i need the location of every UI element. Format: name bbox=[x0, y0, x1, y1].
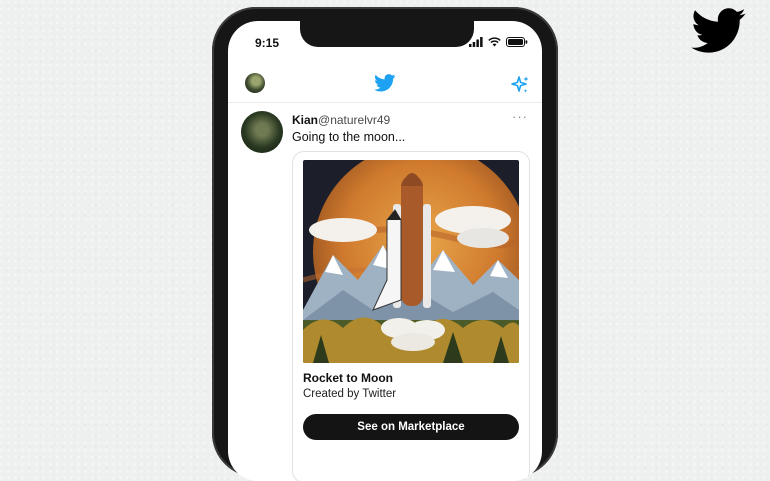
header-divider bbox=[228, 102, 542, 103]
tweet-author-handle[interactable]: @naturelvr49 bbox=[318, 113, 390, 127]
phone-notch bbox=[300, 21, 474, 47]
twitter-logo-icon bbox=[691, 8, 746, 53]
profile-avatar[interactable] bbox=[245, 73, 265, 93]
status-icons bbox=[469, 37, 528, 47]
sparkle-icon[interactable] bbox=[510, 75, 530, 95]
signal-icon bbox=[469, 37, 483, 47]
phone-frame: 9:15 Kian@naturelvr49 ··· Going to the m… bbox=[212, 7, 558, 481]
card-subtitle: Created by Twitter bbox=[303, 388, 397, 400]
tweet-author-avatar[interactable] bbox=[241, 111, 283, 153]
nft-card[interactable]: Rocket to Moon Created by Twitter See on… bbox=[292, 151, 530, 481]
rocket-artwork-icon bbox=[303, 160, 519, 363]
status-time: 9:15 bbox=[255, 36, 280, 50]
tweet-text: Going to the moon... bbox=[292, 130, 406, 144]
see-on-marketplace-button[interactable]: See on Marketplace bbox=[303, 414, 519, 440]
tweet-header: Kian@naturelvr49 bbox=[292, 113, 390, 127]
battery-icon bbox=[506, 37, 528, 47]
tweet-author-name[interactable]: Kian bbox=[292, 113, 318, 127]
card-title: Rocket to Moon bbox=[303, 371, 393, 385]
more-icon[interactable]: ··· bbox=[512, 109, 528, 124]
wifi-icon bbox=[488, 37, 501, 47]
nft-artwork-image[interactable] bbox=[303, 160, 519, 363]
twitter-bird-icon[interactable] bbox=[374, 74, 396, 92]
phone-screen: 9:15 Kian@naturelvr49 ··· Going to the m… bbox=[228, 21, 542, 481]
